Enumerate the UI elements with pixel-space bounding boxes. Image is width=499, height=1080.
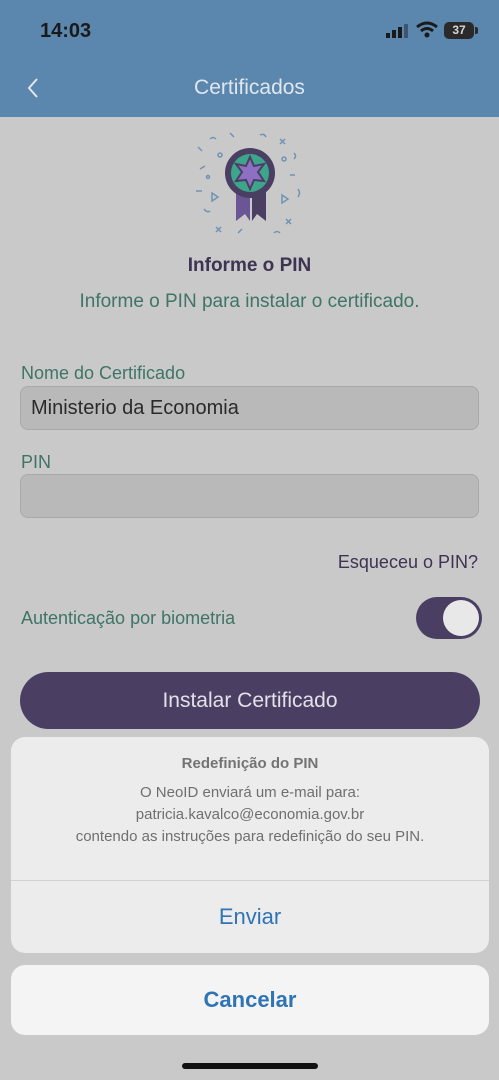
battery-icon: 37 bbox=[444, 22, 478, 39]
pin-label: PIN bbox=[21, 452, 52, 472]
certificate-ribbon-icon bbox=[196, 132, 301, 234]
certificate-name-field[interactable]: Ministerio da Economia bbox=[20, 386, 479, 430]
action-sheet-title: Redefinição do PIN bbox=[181, 755, 319, 772]
biometric-auth-label: Autenticação por biometria bbox=[21, 608, 236, 628]
home-indicator[interactable] bbox=[182, 1063, 318, 1069]
wifi-icon bbox=[416, 21, 438, 38]
forgot-pin-link[interactable]: Esqueceu o PIN? bbox=[338, 552, 478, 573]
action-sheet-email: patricia.kavalco@economia.gov.br bbox=[135, 806, 365, 823]
action-sheet-line-1: O NeoID enviará um e-mail para: bbox=[139, 784, 361, 801]
status-bar: 14:03 37 bbox=[0, 0, 499, 62]
certificate-name-label: Nome do Certificado bbox=[21, 363, 186, 383]
pin-heading: Informe o PIN bbox=[187, 255, 312, 276]
status-time: 14:03 bbox=[40, 20, 92, 42]
action-sheet-line-3: contendo as instruções para redefinição … bbox=[75, 828, 425, 845]
install-certificate-button[interactable]: Instalar Certificado bbox=[20, 672, 480, 729]
cellular-signal-icon bbox=[386, 24, 408, 38]
cancel-button[interactable]: Cancelar bbox=[11, 965, 489, 1035]
action-sheet-message: Redefinição do PIN O NeoID enviará um e-… bbox=[11, 737, 489, 848]
toggle-knob bbox=[443, 600, 479, 636]
send-button[interactable]: Enviar bbox=[11, 881, 489, 953]
page-title: Certificados bbox=[194, 76, 305, 99]
navigation-bar: Certificados bbox=[0, 62, 499, 117]
biometric-toggle[interactable] bbox=[416, 597, 482, 639]
pin-instructions: Informe o PIN para instalar o certificad… bbox=[79, 291, 420, 312]
action-sheet: Redefinição do PIN O NeoID enviará um e-… bbox=[11, 737, 489, 953]
pin-field[interactable] bbox=[20, 474, 479, 518]
